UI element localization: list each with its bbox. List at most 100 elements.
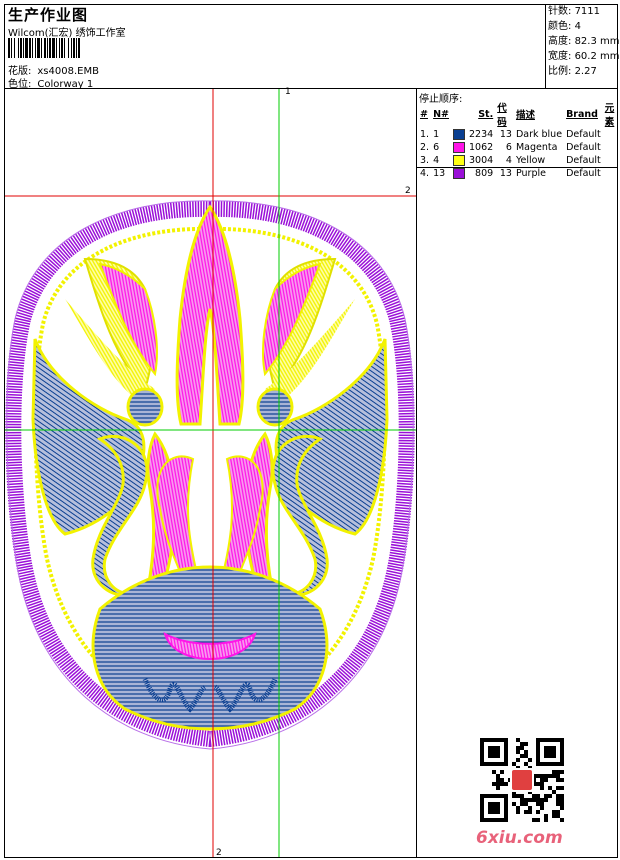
qr-module <box>496 778 500 782</box>
stat-colors: 颜色: 4 <box>548 21 581 32</box>
qr-module <box>512 802 516 806</box>
stat-stitches: 针数: 7111 <box>548 6 601 17</box>
legend-divider <box>416 88 417 858</box>
qr-module <box>516 806 520 810</box>
embroidery-design-preview <box>5 89 416 857</box>
color-swatch <box>453 142 465 153</box>
qr-module <box>536 774 540 778</box>
qr-module <box>544 774 548 778</box>
color-swatch <box>453 168 465 179</box>
qr-module <box>516 738 520 742</box>
qr-module <box>560 770 564 774</box>
stat-width: 宽度: 60.2 mm <box>548 51 620 62</box>
qr-module <box>560 798 564 802</box>
qr-module <box>552 790 556 794</box>
table-row: 1. 1 2234 13 Dark blue Default <box>420 129 601 140</box>
company-name: Wilcom(汇宏) 绣饰工作室 <box>8 28 126 39</box>
col-element: 元素 <box>604 103 615 128</box>
qr-module <box>516 750 520 754</box>
qr-module <box>556 814 560 818</box>
table-row: 2. 6 1062 6 Magenta Default <box>420 142 601 153</box>
qr-module <box>536 798 540 802</box>
qr-module <box>540 786 544 790</box>
qr-module <box>540 774 544 778</box>
qr-module <box>516 810 520 814</box>
col-brand: Brand <box>566 108 598 120</box>
qr-module <box>516 758 520 762</box>
qr-module <box>516 746 520 750</box>
qr-module <box>548 794 552 798</box>
qr-module <box>528 810 532 814</box>
table-row: 4. 13 809 13 Purple Default <box>420 168 601 179</box>
qr-module <box>520 798 524 802</box>
qr-module <box>536 782 540 786</box>
qr-module <box>488 746 500 758</box>
qr-module <box>544 778 548 782</box>
qr-module <box>544 794 548 798</box>
qr-module <box>540 782 544 786</box>
qr-module <box>516 794 520 798</box>
qr-module <box>544 746 556 758</box>
qr-module <box>552 774 556 778</box>
qr-module <box>540 806 544 810</box>
colorway-row: 色位: Colorway 1 <box>8 75 93 90</box>
right-eye <box>256 387 294 427</box>
color-stop-table: # N# St. 代码 描述 Brand 元素 1. 1 2234 13 Dar… <box>418 100 620 180</box>
qr-module <box>496 782 500 786</box>
qr-module <box>540 778 544 782</box>
qr-module <box>560 778 564 782</box>
qr-module <box>556 802 560 806</box>
qr-module <box>556 770 560 774</box>
left-eye <box>126 387 164 427</box>
qr-module <box>512 762 516 766</box>
qr-module <box>520 794 524 798</box>
qr-module <box>556 798 560 802</box>
qr-module <box>520 742 524 746</box>
col-code: 代码 <box>497 103 507 128</box>
qr-module <box>536 818 540 822</box>
qr-module <box>528 798 532 802</box>
table-header-row: # N# St. 代码 描述 Brand 元素 <box>418 100 620 128</box>
guide-label-red-right: 2 <box>405 186 411 196</box>
qr-module <box>524 750 528 754</box>
qr-module <box>556 774 560 778</box>
qr-module <box>532 794 536 798</box>
color-swatch <box>453 155 465 166</box>
qr-module <box>560 802 564 806</box>
qr-module <box>524 798 528 802</box>
qr-module <box>520 754 524 758</box>
qr-module <box>552 814 556 818</box>
qr-module <box>560 794 564 798</box>
page-title: 生产作业图 <box>8 6 89 24</box>
qr-module <box>496 786 500 790</box>
qr-module <box>532 798 536 802</box>
qr-module <box>536 810 540 814</box>
guide-label-green: 1 <box>285 87 291 97</box>
qr-module <box>524 762 528 766</box>
qr-center-logo <box>512 770 532 790</box>
qr-module <box>560 818 564 822</box>
qr-module <box>556 810 560 814</box>
qr-module <box>540 802 544 806</box>
col-index: # <box>420 108 428 120</box>
watermark-logo: 6xiu.com <box>476 828 563 848</box>
stat-scale: 比例: 2.27 <box>548 66 597 77</box>
qr-module <box>492 770 496 774</box>
qr-module <box>524 802 528 806</box>
qr-module <box>556 778 560 782</box>
qr-module <box>520 802 524 806</box>
barcode <box>8 38 136 58</box>
qr-module <box>500 778 504 782</box>
qr-module <box>536 802 540 806</box>
guide-label-red-bottom: 2 <box>216 848 222 858</box>
qr-module <box>544 814 548 818</box>
qr-module <box>488 802 500 814</box>
qr-module <box>552 770 556 774</box>
qr-module <box>524 742 528 746</box>
barcode-bar <box>80 38 83 58</box>
qr-module <box>524 810 528 814</box>
qr-module <box>528 806 532 810</box>
qr-module <box>544 798 548 802</box>
qr-module <box>504 782 508 786</box>
qr-module <box>532 818 536 822</box>
